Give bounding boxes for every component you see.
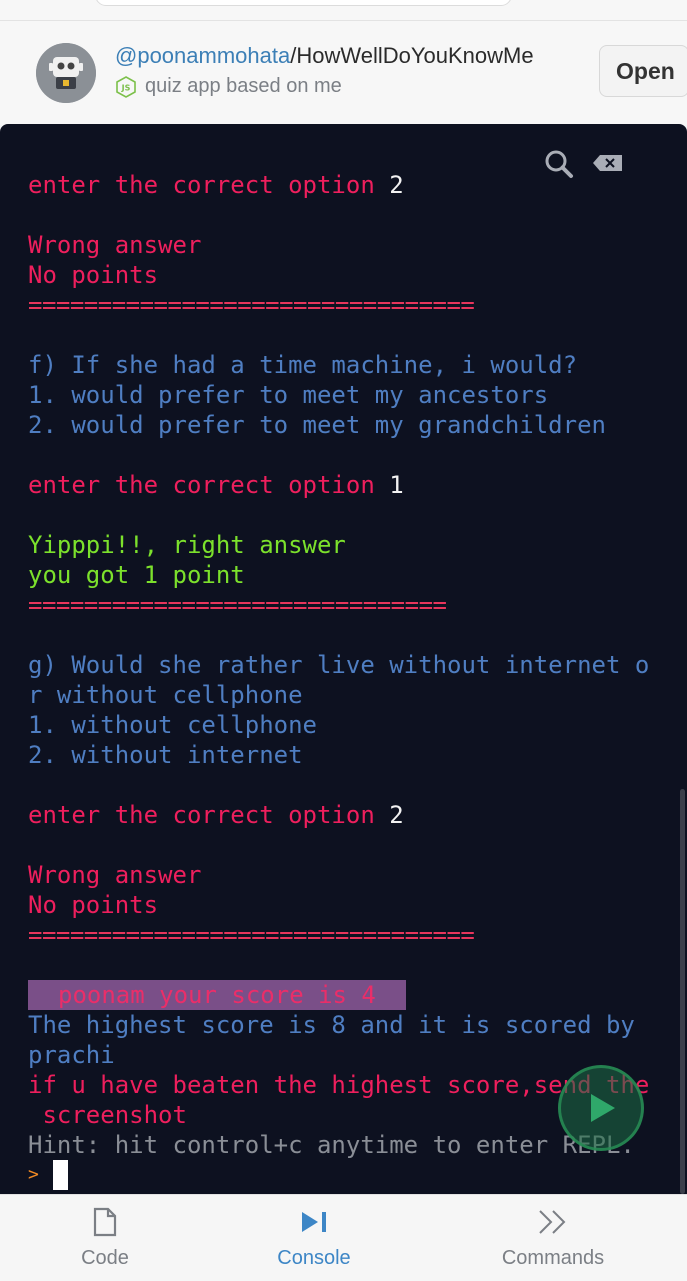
- console-line: The highest score is 8 and it is scored …: [28, 1010, 668, 1040]
- svg-text:JS: JS: [121, 83, 131, 92]
- prompt-caret-icon: >: [28, 1164, 39, 1185]
- console-line: poonam your score is 4: [28, 980, 668, 1010]
- play-step-icon: [302, 1212, 326, 1232]
- console-line: f) If she had a time machine, i would?: [28, 350, 668, 380]
- console-text: Yipppi!!, right answer: [28, 531, 346, 559]
- repl-header: @poonammohata/HowWellDoYouKnowMe JS quiz…: [0, 20, 687, 125]
- console-text: g) Would she rather live without interne…: [28, 651, 650, 679]
- console-line: 1. without cellphone: [28, 710, 668, 740]
- console-text: if u have beaten the highest score,send …: [28, 1071, 650, 1099]
- console-line: 1. would prefer to meet my ancestors: [28, 380, 668, 410]
- console-text: 2: [389, 171, 404, 199]
- console-output: enter the correct option 2 Wrong answer No…: [28, 170, 668, 1190]
- console-text: 2. without internet: [28, 741, 303, 769]
- console-text: 1. without cellphone: [28, 711, 317, 739]
- console-text: The highest score is 8 and it is scored …: [28, 1011, 635, 1039]
- console-text: Wrong answer: [28, 231, 202, 259]
- avatar[interactable]: [36, 43, 96, 103]
- nav-commands-label: Commands: [501, 1247, 605, 1269]
- console-line: No points: [28, 260, 668, 290]
- console-text: enter the correct option: [28, 801, 390, 829]
- console-text: screenshot: [28, 1101, 187, 1129]
- double-chevron-right-icon: [539, 1210, 566, 1234]
- console-text: you got 1 point: [28, 561, 245, 589]
- console-text: ================================: [28, 291, 475, 319]
- console-text: 1. would prefer to meet my ancestors: [28, 381, 549, 409]
- console-scrollbar[interactable]: [680, 789, 685, 1194]
- run-button[interactable]: [558, 1065, 644, 1151]
- repl-title[interactable]: @poonammohata/HowWellDoYouKnowMe: [115, 43, 534, 69]
- open-button[interactable]: Open: [599, 45, 687, 97]
- console-text: 2. would prefer to meet my grandchildren: [28, 411, 606, 439]
- address-bar[interactable]: [95, 0, 512, 6]
- console-text: ================================: [28, 921, 475, 949]
- nav-code[interactable]: Code: [65, 1195, 145, 1281]
- play-icon: [591, 1094, 615, 1122]
- console-line: ================================: [28, 290, 668, 320]
- console-text: Wrong answer: [28, 861, 202, 889]
- console-text: No points: [28, 261, 159, 289]
- console-line: No points: [28, 890, 668, 920]
- console-line: enter the correct option 1: [28, 470, 668, 500]
- console-text: Hint: hit control+c anytime to enter REP…: [28, 1131, 635, 1159]
- console-line: Wrong answer: [28, 860, 668, 890]
- console-line: r without cellphone: [28, 680, 668, 710]
- console-text: ==============================: [28, 591, 447, 619]
- console-text: enter the correct option: [28, 171, 390, 199]
- console-line: g) Would she rather live without interne…: [28, 650, 668, 680]
- console-text: 2: [389, 801, 404, 829]
- console-line: enter the correct option 2: [28, 170, 668, 200]
- console-text: f) If she had a time machine, i would?: [28, 351, 578, 379]
- console-text: 1: [389, 471, 404, 499]
- repl-name: HowWellDoYouKnowMe: [296, 43, 534, 68]
- nav-console[interactable]: Console: [264, 1195, 364, 1281]
- file-icon: [93, 1207, 117, 1237]
- bottom-nav: Code Console Commands: [0, 1194, 687, 1281]
- console-line: Wrong answer: [28, 230, 668, 260]
- console-text: r without cellphone: [28, 681, 303, 709]
- nav-code-label: Code: [81, 1247, 129, 1269]
- console-line: prachi: [28, 1040, 668, 1070]
- console-line: 2. would prefer to meet my grandchildren: [28, 410, 668, 440]
- console-text: enter the correct option: [28, 471, 390, 499]
- repl-description: quiz app based on me: [145, 75, 342, 97]
- text-cursor: [52, 1160, 68, 1190]
- repl-owner[interactable]: @poonammohata: [115, 43, 290, 68]
- console-text: prachi: [28, 1041, 115, 1069]
- console-text: No points: [28, 891, 159, 919]
- console-line: enter the correct option 2: [28, 800, 668, 830]
- score-highlight: poonam your score is 4: [28, 980, 406, 1010]
- nodejs-icon: JS: [115, 75, 137, 98]
- console-line: ================================: [28, 920, 668, 950]
- console-line: 2. without internet: [28, 740, 668, 770]
- console-prompt[interactable]: >: [28, 1160, 668, 1190]
- console-line: ==============================: [28, 590, 668, 620]
- repl-subtitle: JS quiz app based on me: [115, 75, 342, 98]
- nav-commands[interactable]: Commands: [493, 1195, 613, 1281]
- nav-console-label: Console: [277, 1247, 351, 1269]
- console-line: Yipppi!!, right answer: [28, 530, 668, 560]
- browser-top-bar: [0, 0, 687, 20]
- console-line: you got 1 point: [28, 560, 668, 590]
- console-panel[interactable]: enter the correct option 2 Wrong answer No…: [0, 124, 687, 1194]
